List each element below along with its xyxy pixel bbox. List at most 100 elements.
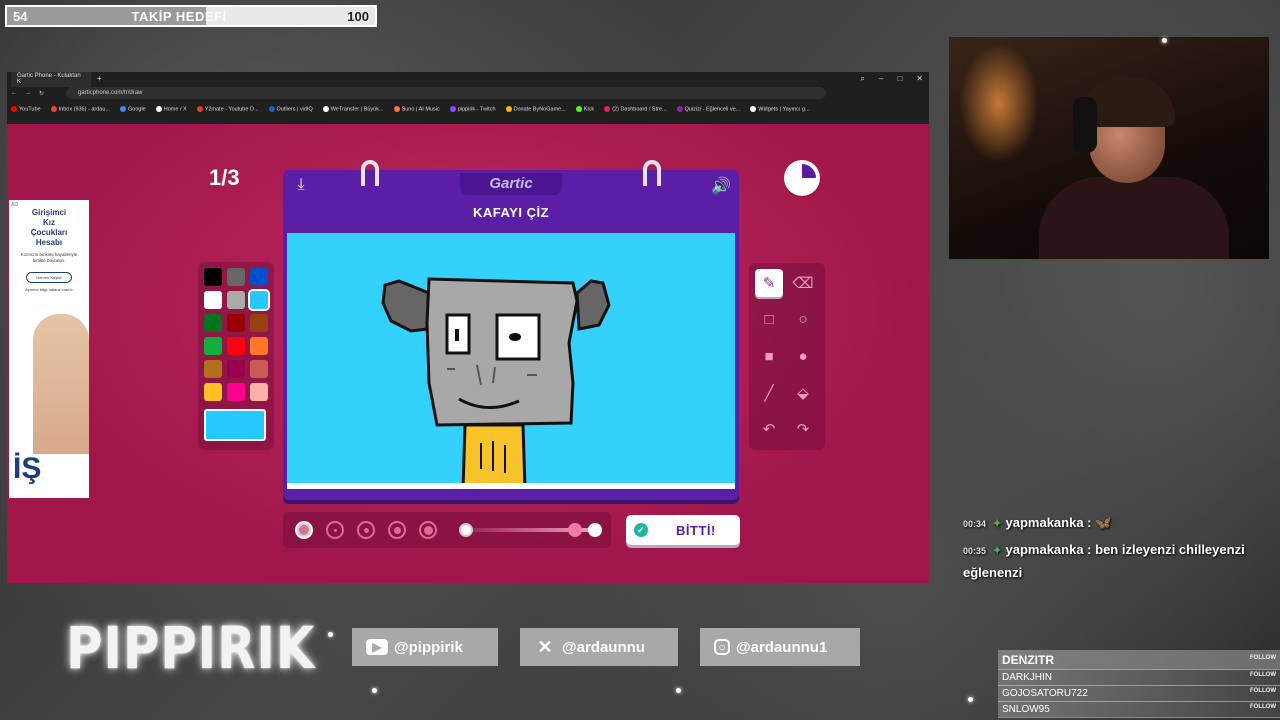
follow-tag: FOLLOW [1250,672,1276,678]
bookmark-favicon-icon [268,105,275,112]
gartic-logo: Gartic [460,173,562,195]
minimize-icon[interactable]: – [879,74,883,84]
tab-bar: Gartic Phone - Kulaktan K + ⌕ – □ ✕ [7,72,929,87]
bookmark-item[interactable]: pippirik - Twitch [449,105,496,113]
redo-icon[interactable]: ↷ [789,415,817,443]
brush-size-button[interactable] [357,521,375,539]
browser-tab[interactable]: Gartic Phone - Kulaktan K [11,72,91,87]
color-swatch[interactable] [227,291,245,309]
new-tab-icon[interactable]: + [97,74,102,83]
badge-icon: ✦ [992,545,1002,557]
ad-photo [33,314,89,454]
color-swatch[interactable] [204,383,222,401]
line-icon[interactable]: ╱ [755,379,783,407]
follower-name: GOJOSATORU722 [1002,688,1088,699]
color-swatch[interactable] [250,268,268,286]
color-swatch[interactable] [204,268,222,286]
opacity-handle[interactable] [568,523,582,537]
color-swatch[interactable] [204,337,222,355]
bookmark-favicon-icon [505,105,512,112]
color-swatch[interactable] [227,337,245,355]
ellipse-outline-icon[interactable]: ○ [789,306,817,334]
bookmark-item[interactable]: Donate ByNoGame... [505,105,566,112]
color-swatch[interactable] [204,360,222,378]
ad-heading-line: Girişimci [31,208,67,217]
goal-start-value: 54 [13,8,28,24]
color-swatch[interactable] [227,383,245,401]
color-swatch[interactable] [204,291,222,309]
fill-bucket-icon[interactable]: ⬙ [789,379,817,407]
bookmark-item[interactable]: Suno | AI Music [393,105,440,112]
reload-icon[interactable]: ↻ [39,90,44,97]
bookmark-label: Y2mate - Youtube D... [204,106,259,113]
current-color-swatch[interactable] [204,409,266,441]
color-swatch[interactable] [250,360,268,378]
bookmark-item[interactable]: Inbox (936) - ardau... [50,105,110,113]
advertisement[interactable]: AD Girişimci Kız Çocukları Hesabı Kızını… [9,200,89,498]
back-icon[interactable]: ← [11,90,17,96]
forward-icon[interactable]: → [25,90,31,96]
color-swatch[interactable] [227,268,245,286]
drawing-canvas[interactable] [287,233,735,489]
bookmark-item[interactable]: Home / X [155,105,187,113]
headphones-icon [1073,97,1097,153]
pencil-icon[interactable]: ✎ [755,269,783,297]
search-tabs-icon[interactable]: ⌕ [861,74,865,84]
brush-size-button[interactable] [419,521,437,539]
ad-button[interactable]: Hemen Keşfet [26,272,72,283]
color-swatch[interactable] [227,360,245,378]
bookmark-item[interactable]: Widgets | Yayıncı g... [750,105,810,112]
drawing-svg [381,277,611,483]
follow-tag: FOLLOW [1250,704,1276,710]
maximize-icon[interactable]: □ [897,74,902,84]
url-field[interactable]: garticphone.com/tr/draw [66,87,827,99]
undo-icon[interactable]: ↶ [755,415,783,443]
rectangle-filled-icon[interactable]: ■ [755,342,783,370]
follow-row: SNLOW95 FOLLOW [998,701,1280,718]
bookmark-item[interactable]: WeTransfer | Büyük... [322,105,384,113]
bookmark-favicon-icon [196,105,203,112]
brush-size-button[interactable] [326,521,344,539]
follow-row: GOJOSATORU722 FOLLOW [998,685,1280,702]
bookmark-favicon-icon [393,105,400,112]
color-swatch[interactable] [204,314,222,332]
tool-panel: ✎ ⌫ □ ○ ■ ● ╱ ⬙ ↶ ↷ [749,263,825,450]
chat-time: 00:35 [963,546,987,556]
bookmark-item[interactable]: Outliers | vidIQ [268,105,313,112]
bookmark-label: Home / X [163,106,187,113]
done-button[interactable]: ✓ BİTTİ! [626,515,740,545]
ad-heading-line: Çocukları [30,228,68,237]
bookmark-item[interactable]: YouTube [11,105,41,112]
bookmark-label: pippirik - Twitch [457,106,496,113]
bookmark-favicon-icon [575,105,582,112]
bookmarks-bar: YouTube Inbox (936) - ardau... Google Home … [7,101,929,117]
chat-time: 00:34 [963,519,987,529]
color-swatch[interactable] [227,314,245,332]
ellipse-filled-icon[interactable]: ● [789,342,817,370]
bookmark-item[interactable]: Y2mate - Youtube D... [196,105,259,113]
close-icon[interactable]: ✕ [916,74,923,84]
social-handle: @ardaunnu [562,638,645,656]
eraser-icon[interactable]: ⌫ [789,269,817,297]
rectangle-outline-icon[interactable]: □ [755,306,783,334]
bookmark-item[interactable]: Quizizi - Eğlenceli ve... [676,105,740,112]
color-swatch[interactable] [250,314,268,332]
download-icon[interactable]: ⤓ [291,176,311,194]
brush-size-button[interactable] [388,521,406,539]
social-instagram: ○ @ardaunnu1 [700,628,860,666]
bookmark-item[interactable]: Kick [575,105,594,112]
color-swatch[interactable] [250,383,268,401]
bookmark-item[interactable]: Google [120,105,146,112]
color-swatch[interactable] [250,337,268,355]
drawing-prompt: KAFAYI ÇİZ [472,205,550,220]
round-counter: 1/3 [209,165,240,190]
bookmark-item[interactable]: (2) Dashboard / Stre... [604,105,667,112]
volume-icon[interactable]: 🔊 [711,176,731,195]
swatch-grid [204,268,270,401]
bookmark-label: Inbox (936) - ardau... [58,106,110,113]
bookmark-label: WeTransfer | Büyük... [330,106,384,113]
bookmark-favicon-icon [120,105,126,112]
instagram-icon: ○ [714,639,730,655]
color-swatch[interactable] [248,289,270,311]
brush-size-button[interactable] [295,521,313,539]
